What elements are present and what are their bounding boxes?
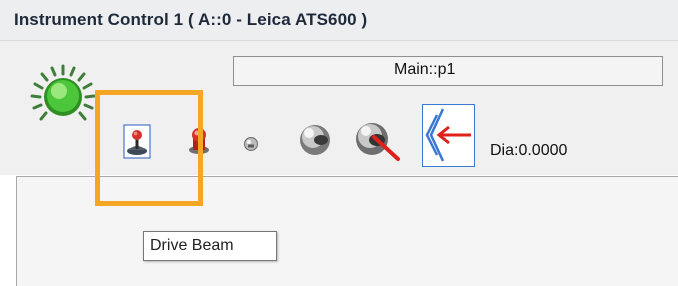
sphere-icon — [300, 125, 330, 155]
sphere-button[interactable] — [295, 123, 335, 157]
status-led-icon — [28, 63, 98, 133]
point-name-field[interactable]: Main::p1 — [233, 56, 663, 86]
pointer-ball-button[interactable] — [352, 119, 404, 163]
pointer-ball-icon — [356, 123, 400, 161]
tooltip-text: Drive Beam — [150, 237, 234, 254]
window-title-bar: Instrument Control 1 ( A::0 - Leica ATS6… — [0, 0, 678, 41]
point-name-value: Main::p1 — [394, 61, 456, 78]
window-title: Instrument Control 1 ( A::0 - Leica ATS6… — [14, 10, 368, 29]
drive-beam-tooltip: Drive Beam — [143, 231, 277, 261]
diameter-readout: Dia:0.0000 — [490, 142, 568, 159]
small-ball-button[interactable] — [242, 136, 260, 152]
arrow-target-button[interactable] — [422, 104, 475, 167]
small-ball-icon — [244, 137, 258, 151]
highlight-annotation-box — [95, 90, 203, 206]
arrow-target-icon — [425, 108, 471, 162]
